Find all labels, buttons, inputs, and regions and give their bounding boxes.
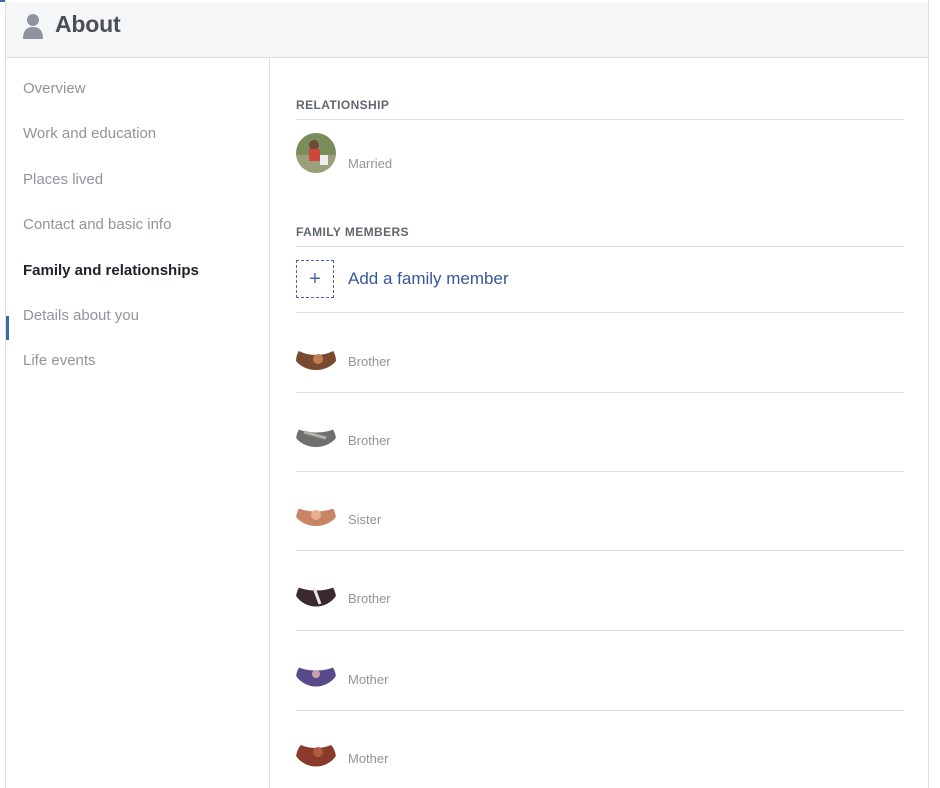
page-title: About — [55, 11, 121, 37]
family-member-avatar[interactable] — [296, 499, 336, 539]
sidebar-item-details-about-you[interactable]: Details about you — [23, 307, 139, 324]
family-member-avatar[interactable] — [296, 658, 336, 698]
add-family-member-button[interactable]: + — [296, 260, 334, 298]
sidebar-item-contact-and-basic-info[interactable]: Contact and basic info — [23, 216, 171, 233]
spouse-avatar[interactable] — [296, 133, 336, 173]
about-header: About — [6, 2, 928, 58]
family-section-title: FAMILY MEMBERS — [296, 225, 409, 239]
divider — [296, 471, 904, 472]
family-member-relation: Mother — [348, 672, 389, 687]
about-sidebar: Overview Work and education Places lived… — [6, 58, 270, 788]
plus-icon: + — [309, 268, 321, 290]
family-member-relation: Sister — [348, 512, 382, 527]
sidebar-item-work-and-education[interactable]: Work and education — [23, 125, 156, 142]
sidebar-item-overview[interactable]: Overview — [23, 80, 86, 97]
divider — [296, 392, 904, 393]
family-member-avatar[interactable] — [296, 341, 336, 381]
divider — [296, 630, 904, 631]
sidebar-item-places-lived[interactable]: Places lived — [23, 171, 103, 188]
divider — [296, 312, 904, 313]
divider — [296, 550, 904, 551]
family-member-relation: Brother — [348, 354, 391, 369]
person-silhouette-icon — [22, 13, 44, 39]
divider — [296, 246, 904, 247]
family-member-avatar[interactable] — [296, 578, 336, 618]
sidebar-item-life-events[interactable]: Life events — [23, 352, 96, 369]
divider — [296, 119, 904, 120]
family-member-avatar[interactable] — [296, 420, 336, 460]
relationship-status: Married — [348, 156, 393, 171]
family-member-relation: Mother — [348, 751, 389, 766]
family-member-avatar[interactable] — [296, 738, 336, 778]
family-member-relation: Brother — [348, 591, 391, 606]
sidebar-item-family-and-relationships[interactable]: Family and relationships — [23, 262, 199, 279]
family-member-relation: Brother — [348, 433, 391, 448]
add-family-member-link[interactable]: Add a family member — [348, 269, 509, 289]
divider — [296, 710, 904, 711]
relationship-section-title: RELATIONSHIP — [296, 98, 390, 112]
scrollbar[interactable] — [929, 0, 940, 788]
about-panel: About Overview Work and education Places… — [5, 0, 929, 788]
active-indicator — [6, 316, 9, 340]
about-content: RELATIONSHIP Married FAMILY MEMBERS + Ad… — [296, 58, 904, 788]
